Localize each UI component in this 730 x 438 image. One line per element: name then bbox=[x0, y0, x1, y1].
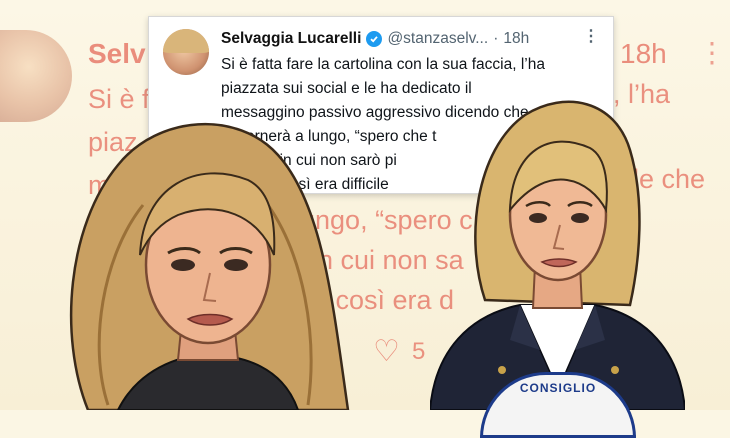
more-options-icon: ⋮ bbox=[698, 37, 726, 68]
background-author-name: Selv bbox=[88, 38, 146, 69]
seal-text: CONSIGLIO bbox=[519, 381, 597, 395]
more-options-icon[interactable]: ⋮ bbox=[583, 26, 599, 46]
heart-icon: ♡ bbox=[373, 335, 400, 368]
verified-badge-icon bbox=[366, 31, 383, 47]
tweet-line: Si è fatta fare la cartolina con la sua … bbox=[221, 56, 545, 73]
tweet-timestamp[interactable]: 18h bbox=[503, 30, 529, 48]
tweet-header: Selvaggia Lucarelli @stanzaselv... · 18h bbox=[221, 30, 529, 48]
author-handle[interactable]: @stanzaselv... bbox=[387, 30, 488, 48]
background-timestamp: 18h bbox=[620, 38, 667, 69]
author-name[interactable]: Selvaggia Lucarelli bbox=[221, 30, 361, 48]
podium-seal: CONSIGLIO bbox=[480, 372, 636, 438]
right-person-portrait bbox=[430, 90, 685, 410]
left-person-portrait bbox=[48, 105, 358, 410]
separator-dot: · bbox=[493, 30, 499, 47]
background-like-count: 5 bbox=[412, 338, 426, 365]
author-avatar[interactable] bbox=[163, 29, 209, 75]
